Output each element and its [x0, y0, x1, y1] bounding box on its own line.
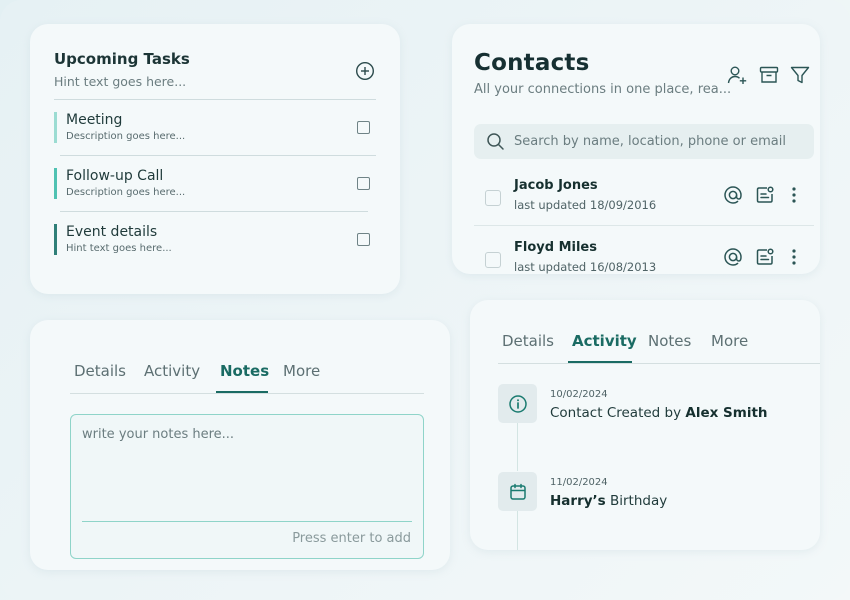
more-vertical-icon: [792, 187, 796, 203]
divider: [474, 225, 814, 226]
notes-textarea[interactable]: [82, 427, 412, 517]
contact-name: Floyd Miles: [514, 240, 597, 255]
upcoming-tasks-card: Upcoming Tasks Hint text goes here... Me…: [30, 24, 400, 294]
info-icon: [508, 394, 527, 413]
activity-actor: Harry’s: [550, 493, 606, 509]
more-vertical-icon: [792, 249, 796, 265]
task-checkbox[interactable]: [357, 177, 370, 190]
tab-activity[interactable]: Activity: [572, 332, 637, 350]
notes-button[interactable]: [754, 184, 776, 206]
activity-actor: Alex Smith: [685, 405, 768, 421]
task-item-meeting[interactable]: Meeting Description goes here...: [54, 112, 376, 144]
contact-checkbox[interactable]: [485, 190, 501, 206]
contact-row-jacob-jones[interactable]: Jacob Jones last updated 18/09/2016: [474, 174, 814, 224]
timeline-connector: [517, 511, 518, 550]
plus-circle-icon: [355, 61, 375, 81]
contacts-subtitle: All your connections in one place, rea..…: [474, 82, 732, 97]
search-icon: [486, 132, 505, 151]
task-accent-bar: [54, 112, 57, 143]
task-checkbox[interactable]: [357, 121, 370, 134]
divider: [60, 211, 368, 212]
enter-hint: Press enter to add: [292, 531, 411, 546]
email-button[interactable]: [722, 184, 744, 206]
filter-button[interactable]: [789, 64, 811, 86]
activity-date: 11/02/2024: [550, 477, 608, 488]
tab-details[interactable]: Details: [502, 332, 554, 350]
more-options-button[interactable]: [784, 184, 804, 206]
divider: [498, 363, 820, 364]
timeline-icon: [498, 472, 537, 511]
task-item-event-details[interactable]: Event details Hint text goes here...: [54, 224, 376, 256]
activity-text: Birthday: [605, 493, 668, 509]
tab-details[interactable]: Details: [74, 362, 126, 380]
add-task-button[interactable]: [354, 60, 376, 82]
divider: [82, 521, 412, 522]
divider: [54, 99, 376, 100]
contact-search-bar: [474, 124, 814, 159]
activity-date: 10/02/2024: [550, 389, 608, 400]
task-description: Description goes here...: [66, 187, 186, 198]
note-icon: [756, 248, 774, 265]
at-sign-icon: [724, 248, 742, 266]
contact-checkbox[interactable]: [485, 252, 501, 268]
email-button[interactable]: [722, 246, 744, 268]
contact-row-floyd-miles[interactable]: Floyd Miles last updated 16/08/2013: [474, 236, 814, 274]
activity-text: Contact Created by: [550, 405, 686, 421]
tasks-title: Upcoming Tasks: [54, 50, 190, 68]
search-input[interactable]: [514, 130, 804, 152]
more-options-button[interactable]: [784, 246, 804, 268]
calendar-icon: [509, 483, 526, 500]
archive-button[interactable]: [758, 64, 780, 86]
contact-last-updated: last updated 16/08/2013: [514, 260, 657, 274]
tab-notes[interactable]: Notes: [220, 362, 269, 380]
task-description: Description goes here...: [66, 131, 186, 142]
task-item-follow-up-call[interactable]: Follow-up Call Description goes here...: [54, 168, 376, 200]
tab-more[interactable]: More: [711, 332, 748, 350]
notes-input-box: Press enter to add: [70, 414, 424, 559]
contact-last-updated: last updated 18/09/2016: [514, 198, 657, 212]
note-icon: [756, 186, 774, 203]
task-title: Event details: [66, 224, 158, 240]
contacts-card: Contacts All your connections in one pla…: [452, 24, 820, 274]
notes-tab-bar: Details Activity Notes More: [74, 362, 424, 393]
timeline-connector: [517, 423, 518, 471]
at-sign-icon: [724, 186, 742, 204]
notes-card: Details Activity Notes More Press enter …: [30, 320, 450, 570]
add-user-icon: [727, 66, 747, 84]
task-checkbox[interactable]: [357, 233, 370, 246]
notes-button[interactable]: [754, 246, 776, 268]
activity-tab-bar: Details Activity Notes More: [502, 332, 832, 363]
add-contact-button[interactable]: [726, 64, 748, 86]
activity-description: Harry’s Birthday: [550, 493, 667, 509]
divider: [70, 393, 424, 394]
contact-name: Jacob Jones: [514, 178, 598, 193]
tab-more[interactable]: More: [283, 362, 320, 380]
contacts-title: Contacts: [474, 50, 590, 76]
activity-description: Contact Created by Alex Smith: [550, 405, 768, 421]
filter-icon: [790, 66, 810, 84]
tasks-hint: Hint text goes here...: [54, 74, 187, 89]
task-accent-bar: [54, 224, 57, 255]
tab-activity[interactable]: Activity: [144, 362, 200, 380]
archive-icon: [759, 66, 779, 83]
task-accent-bar: [54, 168, 57, 199]
task-title: Follow-up Call: [66, 168, 164, 184]
timeline-icon: [498, 384, 537, 423]
tab-notes[interactable]: Notes: [648, 332, 691, 350]
divider: [60, 155, 376, 156]
activity-card: Details Activity Notes More 10/02/2024 C…: [470, 300, 820, 550]
task-description: Hint text goes here...: [66, 243, 172, 254]
task-title: Meeting: [66, 112, 123, 128]
